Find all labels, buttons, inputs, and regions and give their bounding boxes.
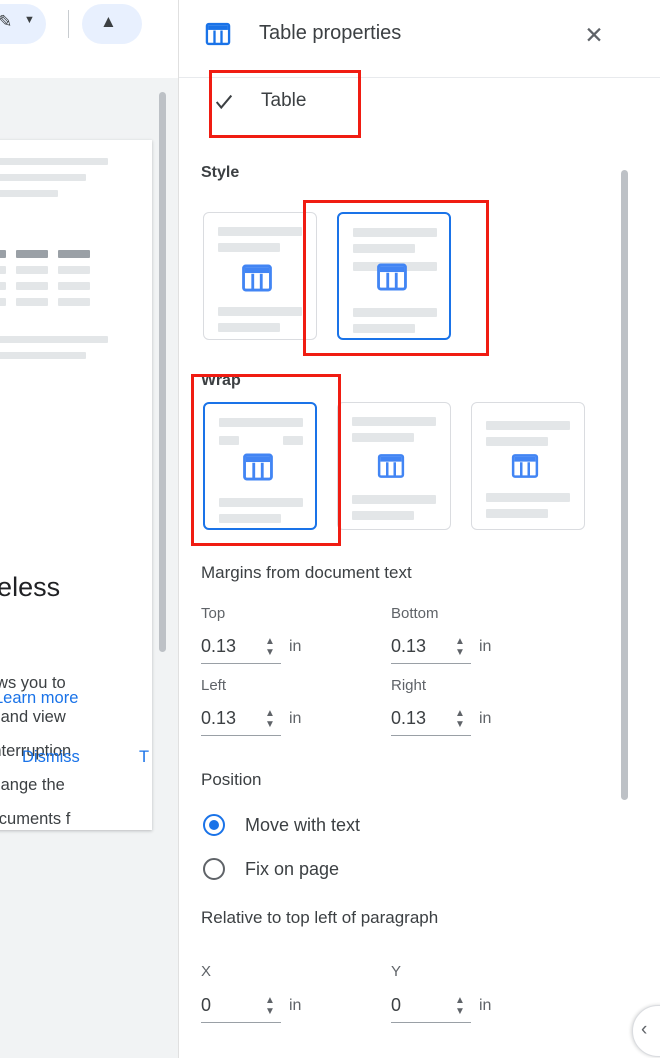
margin-unit-right: in [479, 710, 492, 727]
margins-label: Margins from document text [201, 563, 412, 582]
table-icon [240, 261, 274, 300]
margin-input-top[interactable]: 0.13 ▲ ▼ [201, 634, 281, 664]
trailing-letter[interactable]: T [139, 748, 149, 767]
stepper-y[interactable]: ▲ ▼ [453, 995, 467, 1019]
style-option-1[interactable] [203, 212, 317, 340]
section-label-table: Table [261, 90, 307, 111]
margin-value-left: 0.13 [201, 708, 237, 728]
table-properties-panel: Table properties ✕ Table Style Wrap Marg… [178, 0, 660, 1058]
panel-scrollbar[interactable] [621, 170, 628, 800]
coord-value-y: 0 [391, 995, 402, 1015]
stepper-bottom[interactable]: ▲ ▼ [453, 636, 467, 660]
margin-unit-top: in [289, 638, 302, 655]
check-icon [213, 91, 235, 113]
table-icon [376, 451, 406, 486]
table-icon [375, 260, 409, 299]
coord-input-x[interactable]: 0 ▲ ▼ [201, 993, 281, 1023]
coord-unit-y: in [479, 997, 492, 1014]
document-area: ✎ ▼ ▲ eless ws you to and view terruptio… [0, 0, 178, 1058]
relative-to-label: Relative to top left of paragraph [201, 908, 439, 927]
coord-value-x: 0 [201, 995, 212, 1015]
table-icon [510, 451, 540, 486]
wrap-label: Wrap [201, 372, 241, 389]
chevron-up-icon[interactable]: ▲ [100, 12, 117, 32]
wrap-option-3[interactable] [471, 402, 585, 530]
toolbar-divider [68, 10, 69, 38]
coord-label-y: Y [391, 963, 402, 980]
margin-unit-bottom: in [479, 638, 492, 655]
document-heading: pageless [0, 572, 61, 602]
table-icon [241, 450, 275, 489]
margin-label-bottom: Bottom [391, 605, 439, 622]
wrap-option-1[interactable] [203, 402, 317, 530]
stepper-top[interactable]: ▲ ▼ [263, 636, 277, 660]
margin-label-right: Right [391, 677, 427, 694]
margin-input-bottom[interactable]: 0.13 ▲ ▼ [391, 634, 471, 664]
chevron-down-icon[interactable]: ▼ [24, 14, 35, 26]
label-fix-on-page: Fix on page [245, 859, 340, 879]
wrap-option-2[interactable] [337, 402, 451, 530]
radio-move-with-text[interactable] [203, 814, 225, 836]
stepper-x[interactable]: ▲ ▼ [263, 995, 277, 1019]
document-page: pageless at allows you to ables, and vie… [0, 140, 152, 830]
margin-unit-left: in [289, 710, 302, 727]
coord-input-y[interactable]: 0 ▲ ▼ [391, 993, 471, 1023]
position-label: Position [201, 770, 262, 789]
chevron-left-icon: ‹ [641, 1019, 648, 1040]
label-move-with-text: Move with text [245, 815, 361, 835]
dismiss-button[interactable]: Dismiss [22, 748, 80, 767]
margin-value-top: 0.13 [201, 636, 237, 656]
page-title: Table properties [259, 22, 402, 44]
margin-input-right[interactable]: 0.13 ▲ ▼ [391, 706, 471, 736]
document-mini-table [0, 250, 98, 316]
style-option-2[interactable] [337, 212, 451, 340]
table-icon [204, 20, 232, 48]
radio-fix-on-page[interactable] [203, 858, 225, 880]
margin-value-right: 0.13 [391, 708, 427, 728]
document-paragraph-line-4: can change the [0, 776, 65, 794]
coord-label-x: X [201, 963, 212, 980]
radio-dot [209, 820, 219, 830]
learn-more-link[interactable]: Learn more [0, 689, 78, 708]
pencil-icon[interactable]: ✎ [0, 12, 12, 32]
document-paragraph-line-5: our documents f [0, 810, 71, 828]
margin-value-bottom: 0.13 [391, 636, 427, 656]
document-scrollbar[interactable] [159, 92, 166, 652]
margin-input-left[interactable]: 0.13 ▲ ▼ [201, 706, 281, 736]
panel-header: Table properties ✕ [179, 0, 660, 78]
stepper-left[interactable]: ▲ ▼ [263, 708, 277, 732]
margin-label-left: Left [201, 677, 227, 694]
document-paragraph-line-2: ables, and view [0, 708, 66, 726]
stepper-right[interactable]: ▲ ▼ [453, 708, 467, 732]
close-icon[interactable]: ✕ [577, 18, 611, 52]
margin-label-top: Top [201, 605, 226, 622]
style-label: Style [201, 164, 240, 181]
section-header-table[interactable]: Table [179, 78, 637, 130]
document-toolbar: ✎ ▼ ▲ [0, 0, 178, 78]
coord-unit-x: in [289, 997, 302, 1014]
